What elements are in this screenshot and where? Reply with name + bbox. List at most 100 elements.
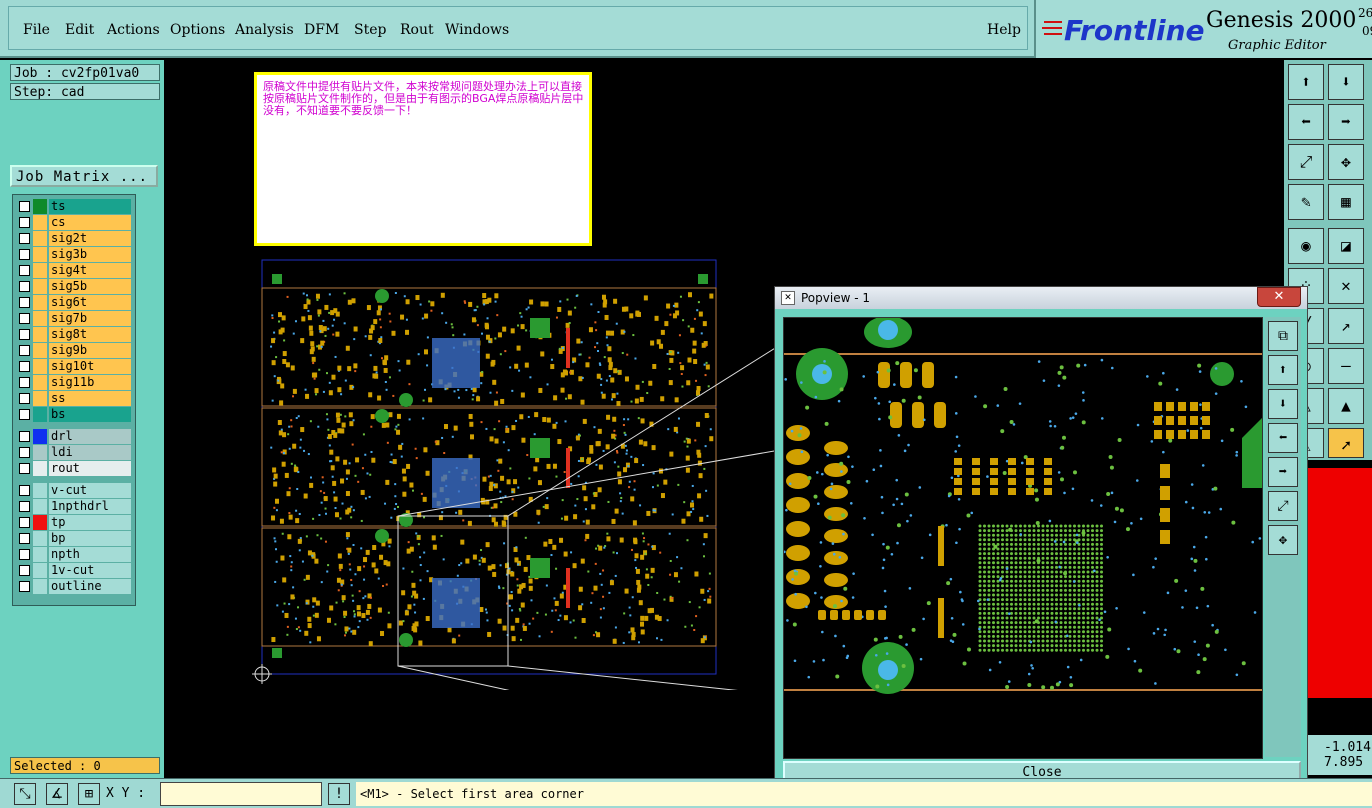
- tool-grid-icon[interactable]: ▦: [1328, 184, 1364, 220]
- layer-color-swatch[interactable]: [33, 579, 47, 594]
- layer-row-sig3b[interactable]: sig3b: [15, 247, 133, 262]
- layer-checkbox[interactable]: [19, 313, 30, 324]
- menu-edit[interactable]: Edit: [65, 22, 94, 38]
- pcb-board-view[interactable]: [240, 250, 780, 690]
- layer-row-sig11b[interactable]: sig11b: [15, 375, 133, 390]
- layer-row-ts[interactable]: ts: [15, 199, 133, 214]
- job-matrix-button[interactable]: Job Matrix ...: [10, 165, 158, 187]
- menu-rout[interactable]: Rout: [400, 22, 434, 38]
- tool-dash-icon[interactable]: —: [1328, 348, 1364, 384]
- layer-color-swatch[interactable]: [33, 247, 47, 262]
- tool-select-icon[interactable]: ◉: [1288, 228, 1324, 264]
- layer-checkbox[interactable]: [19, 533, 30, 544]
- menu-windows[interactable]: Windows: [445, 22, 509, 38]
- close-icon[interactable]: ✕: [1257, 287, 1301, 307]
- layer-row-sig7b[interactable]: sig7b: [15, 311, 133, 326]
- layer-row-sig5b[interactable]: sig5b: [15, 279, 133, 294]
- status-tool2-icon[interactable]: ∡: [46, 783, 68, 805]
- layer-color-swatch[interactable]: [33, 343, 47, 358]
- tool-left-icon[interactable]: ⬅: [1288, 104, 1324, 140]
- layer-checkbox[interactable]: [19, 463, 30, 474]
- layer-checkbox[interactable]: [19, 485, 30, 496]
- layer-checkbox[interactable]: [19, 517, 30, 528]
- layer-checkbox[interactable]: [19, 217, 30, 228]
- layer-row-drl[interactable]: drl: [15, 429, 133, 444]
- layer-color-swatch[interactable]: [33, 461, 47, 476]
- layer-color-swatch[interactable]: [33, 563, 47, 578]
- tool-right-icon[interactable]: ➡: [1328, 104, 1364, 140]
- layer-color-swatch[interactable]: [33, 531, 47, 546]
- layer-checkbox[interactable]: [19, 549, 30, 560]
- popview-canvas[interactable]: [783, 317, 1263, 759]
- status-grid-icon[interactable]: ⊞: [78, 783, 100, 805]
- layer-row-sig2t[interactable]: sig2t: [15, 231, 133, 246]
- layer-row-sig4t[interactable]: sig4t: [15, 263, 133, 278]
- layer-checkbox[interactable]: [19, 201, 30, 212]
- popview-titlebar[interactable]: ✕ Popview - 1 ✕: [775, 287, 1307, 309]
- layer-checkbox[interactable]: [19, 233, 30, 244]
- tool-zoom-in-icon[interactable]: ✥: [1328, 144, 1364, 180]
- layer-color-swatch[interactable]: [33, 483, 47, 498]
- layer-checkbox[interactable]: [19, 281, 30, 292]
- tool-arrow-line-icon[interactable]: ↗: [1328, 308, 1364, 344]
- layer-checkbox[interactable]: [19, 361, 30, 372]
- layer-row-ldi[interactable]: ldi: [15, 445, 133, 460]
- layer-checkbox[interactable]: [19, 265, 30, 276]
- layer-row-sig9b[interactable]: sig9b: [15, 343, 133, 358]
- menu-help[interactable]: Help: [987, 22, 1021, 38]
- layer-checkbox[interactable]: [19, 249, 30, 260]
- layer-color-swatch[interactable]: [33, 391, 47, 406]
- status-info-icon[interactable]: !: [328, 783, 350, 805]
- layer-row-tp[interactable]: tp: [15, 515, 133, 530]
- layer-color-swatch[interactable]: [33, 215, 47, 230]
- layer-row-v-cut[interactable]: v-cut: [15, 483, 133, 498]
- layer-checkbox[interactable]: [19, 297, 30, 308]
- menu-options[interactable]: Options: [170, 22, 225, 38]
- pop-left-icon[interactable]: ⬅: [1268, 423, 1298, 453]
- layer-checkbox[interactable]: [19, 409, 30, 420]
- layer-color-swatch[interactable]: [33, 263, 47, 278]
- layer-color-swatch[interactable]: [33, 311, 47, 326]
- layer-color-swatch[interactable]: [33, 359, 47, 374]
- layer-color-swatch[interactable]: [33, 429, 47, 444]
- menu-actions[interactable]: Actions: [107, 22, 160, 38]
- layer-row-1v-cut[interactable]: 1v-cut: [15, 563, 133, 578]
- layer-row-bs[interactable]: bs: [15, 407, 133, 422]
- layer-color-swatch[interactable]: [33, 199, 47, 214]
- menu-file[interactable]: File: [23, 22, 50, 38]
- layer-color-swatch[interactable]: [33, 547, 47, 562]
- tool-cross-icon[interactable]: ✕: [1328, 268, 1364, 304]
- menu-step[interactable]: Step: [354, 22, 386, 38]
- layer-checkbox[interactable]: [19, 377, 30, 388]
- layer-color-swatch[interactable]: [33, 515, 47, 530]
- layer-color-swatch[interactable]: [33, 445, 47, 460]
- layer-color-swatch[interactable]: [33, 327, 47, 342]
- tool-area-icon[interactable]: ◪: [1328, 228, 1364, 264]
- tool-zoom-out-icon[interactable]: ⤢: [1288, 144, 1324, 180]
- status-tool1-icon[interactable]: ⤡: [14, 783, 36, 805]
- layer-color-swatch[interactable]: [33, 279, 47, 294]
- tool-triangle-outline-icon[interactable]: ▲: [1328, 388, 1364, 424]
- layer-checkbox[interactable]: [19, 393, 30, 404]
- layer-checkbox[interactable]: [19, 447, 30, 458]
- menu-analysis[interactable]: Analysis: [235, 22, 294, 38]
- layer-row-ss[interactable]: ss: [15, 391, 133, 406]
- layer-color-swatch[interactable]: [33, 295, 47, 310]
- layer-checkbox[interactable]: [19, 329, 30, 340]
- layer-row-sig10t[interactable]: sig10t: [15, 359, 133, 374]
- tool-pointer-icon[interactable]: ➚: [1328, 428, 1364, 458]
- pop-down-icon[interactable]: ⬇: [1268, 389, 1298, 419]
- pop-right-icon[interactable]: ➡: [1268, 457, 1298, 487]
- tool-up-icon[interactable]: ⬆: [1288, 64, 1324, 100]
- layer-row-rout[interactable]: rout: [15, 461, 133, 476]
- pop-zoom-in-icon[interactable]: ✥: [1268, 525, 1298, 555]
- layer-checkbox[interactable]: [19, 565, 30, 576]
- pop-zoom-out-icon[interactable]: ⤢: [1268, 491, 1298, 521]
- layer-color-swatch[interactable]: [33, 375, 47, 390]
- tool-measure-icon[interactable]: ✎: [1288, 184, 1324, 220]
- layer-row-sig6t[interactable]: sig6t: [15, 295, 133, 310]
- layer-row-cs[interactable]: cs: [15, 215, 133, 230]
- layer-row-bp[interactable]: bp: [15, 531, 133, 546]
- tool-down-icon[interactable]: ⬇: [1328, 64, 1364, 100]
- xy-input[interactable]: [160, 782, 322, 806]
